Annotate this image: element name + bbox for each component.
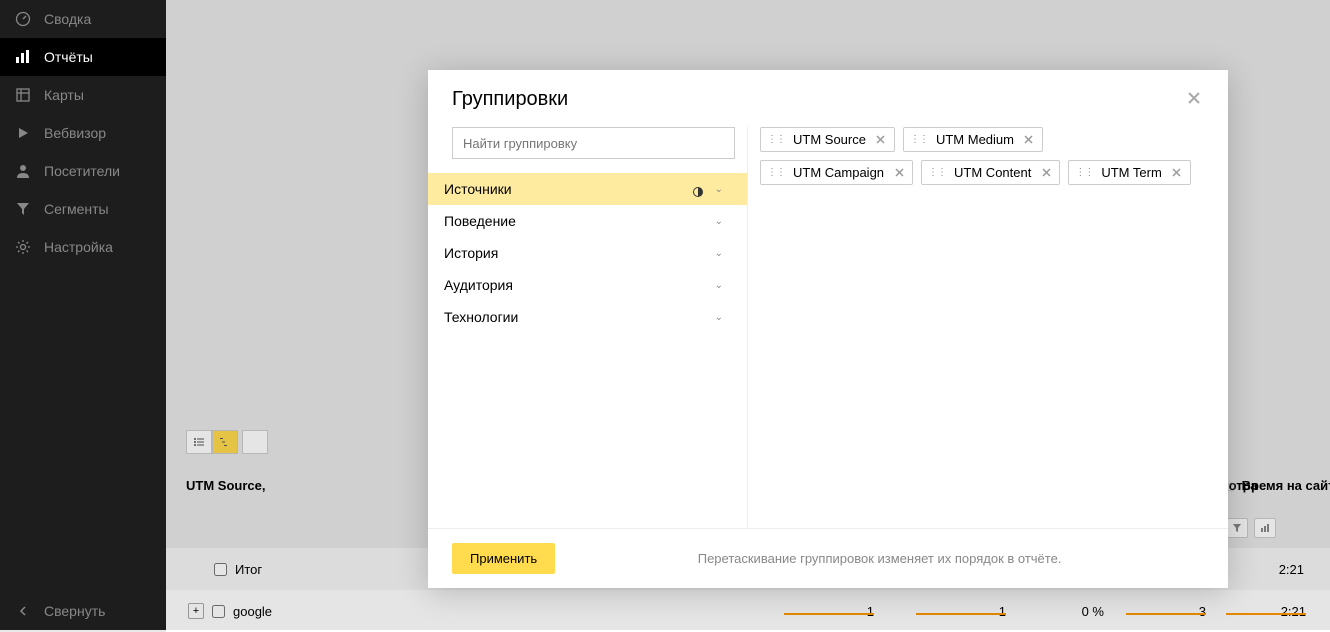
chevron-down-icon: ⌄: [715, 216, 723, 227]
category-panel: Источники ⌄ Поведение ⌄ История ⌄ Аудито…: [428, 127, 748, 528]
tag-utm-campaign[interactable]: ⋮⋮ UTM Campaign: [760, 160, 913, 185]
tag-utm-source[interactable]: ⋮⋮ UTM Source: [760, 127, 895, 152]
tag-label: UTM Medium: [936, 132, 1014, 147]
bars-icon: [14, 48, 32, 66]
sidebar-item-label: Посетители: [44, 163, 120, 179]
drag-handle-icon[interactable]: ⋮⋮: [767, 167, 785, 178]
category-label: Поведение: [444, 213, 516, 229]
sidebar-item-label: Карты: [44, 87, 84, 103]
sidebar: Сводка Отчёты Карты Вебвизор Посетители …: [0, 0, 166, 630]
sidebar-item-label: Настройка: [44, 239, 113, 255]
chevron-down-icon: ⌄: [715, 312, 723, 323]
play-icon: [14, 124, 32, 142]
groupings-modal: Группировки Источники ⌄ Поведение ⌄ Исто…: [428, 70, 1228, 588]
map-icon: [14, 86, 32, 104]
tag-label: UTM Content: [954, 165, 1031, 180]
remove-tag-button[interactable]: [874, 133, 888, 147]
chevron-down-icon: ⌄: [715, 248, 723, 259]
drag-handle-icon[interactable]: ⋮⋮: [928, 167, 946, 178]
footer-hint: Перетаскивание группировок изменяет их п…: [555, 551, 1204, 566]
sidebar-item-maps[interactable]: Карты: [0, 76, 166, 114]
funnel-icon: [14, 200, 32, 218]
sidebar-item-segments[interactable]: Сегменты: [0, 190, 166, 228]
partial-indicator-icon: [693, 184, 703, 194]
drag-handle-icon[interactable]: ⋮⋮: [767, 134, 785, 145]
person-icon: [14, 162, 32, 180]
selected-panel: ⋮⋮ UTM Source ⋮⋮ UTM Medium ⋮⋮ UTM Campa…: [748, 127, 1228, 528]
modal-header: Группировки: [428, 70, 1228, 111]
sidebar-item-settings[interactable]: Настройка: [0, 228, 166, 266]
category-behavior[interactable]: Поведение ⌄: [428, 205, 747, 237]
tag-list: ⋮⋮ UTM Source ⋮⋮ UTM Medium ⋮⋮ UTM Campa…: [760, 127, 1204, 185]
tag-label: UTM Source: [793, 132, 866, 147]
remove-tag-button[interactable]: [1170, 166, 1184, 180]
category-tech[interactable]: Технологии ⌄: [428, 301, 747, 333]
category-label: Аудитория: [444, 277, 513, 293]
tag-label: UTM Term: [1101, 165, 1161, 180]
modal-footer: Применить Перетаскивание группировок изм…: [428, 528, 1228, 588]
close-button[interactable]: [1184, 88, 1204, 108]
sidebar-item-visitors[interactable]: Посетители: [0, 152, 166, 190]
search-input[interactable]: [452, 127, 735, 159]
sidebar-item-summary[interactable]: Сводка: [0, 0, 166, 38]
sidebar-item-label: Сегменты: [44, 201, 109, 217]
modal-title: Группировки: [452, 88, 568, 111]
tag-utm-medium[interactable]: ⋮⋮ UTM Medium: [903, 127, 1043, 152]
tag-utm-content[interactable]: ⋮⋮ UTM Content: [921, 160, 1060, 185]
apply-button[interactable]: Применить: [452, 543, 555, 574]
remove-tag-button[interactable]: [1022, 133, 1036, 147]
sidebar-item-label: Отчёты: [44, 49, 93, 65]
category-audience[interactable]: Аудитория ⌄: [428, 269, 747, 301]
remove-tag-button[interactable]: [892, 166, 906, 180]
sidebar-collapse-label: Свернуть: [44, 603, 105, 619]
tag-label: UTM Campaign: [793, 165, 884, 180]
sidebar-item-label: Сводка: [44, 11, 91, 27]
category-label: Технологии: [444, 309, 518, 325]
category-label: История: [444, 245, 498, 261]
gauge-icon: [14, 10, 32, 28]
tag-utm-term[interactable]: ⋮⋮ UTM Term: [1068, 160, 1190, 185]
drag-handle-icon[interactable]: ⋮⋮: [910, 134, 928, 145]
category-history[interactable]: История ⌄: [428, 237, 747, 269]
gear-icon: [14, 238, 32, 256]
remove-tag-button[interactable]: [1039, 166, 1053, 180]
sidebar-item-reports[interactable]: Отчёты: [0, 38, 166, 76]
category-label: Источники: [444, 181, 512, 197]
drag-handle-icon[interactable]: ⋮⋮: [1075, 167, 1093, 178]
category-sources[interactable]: Источники ⌄: [428, 173, 747, 205]
chevron-down-icon: ⌄: [715, 280, 723, 291]
sidebar-item-label: Вебвизор: [44, 125, 106, 141]
sidebar-collapse[interactable]: Свернуть: [0, 592, 166, 630]
chevron-left-icon: [14, 602, 32, 620]
chevron-down-icon: ⌄: [715, 184, 723, 195]
sidebar-item-webvisor[interactable]: Вебвизор: [0, 114, 166, 152]
